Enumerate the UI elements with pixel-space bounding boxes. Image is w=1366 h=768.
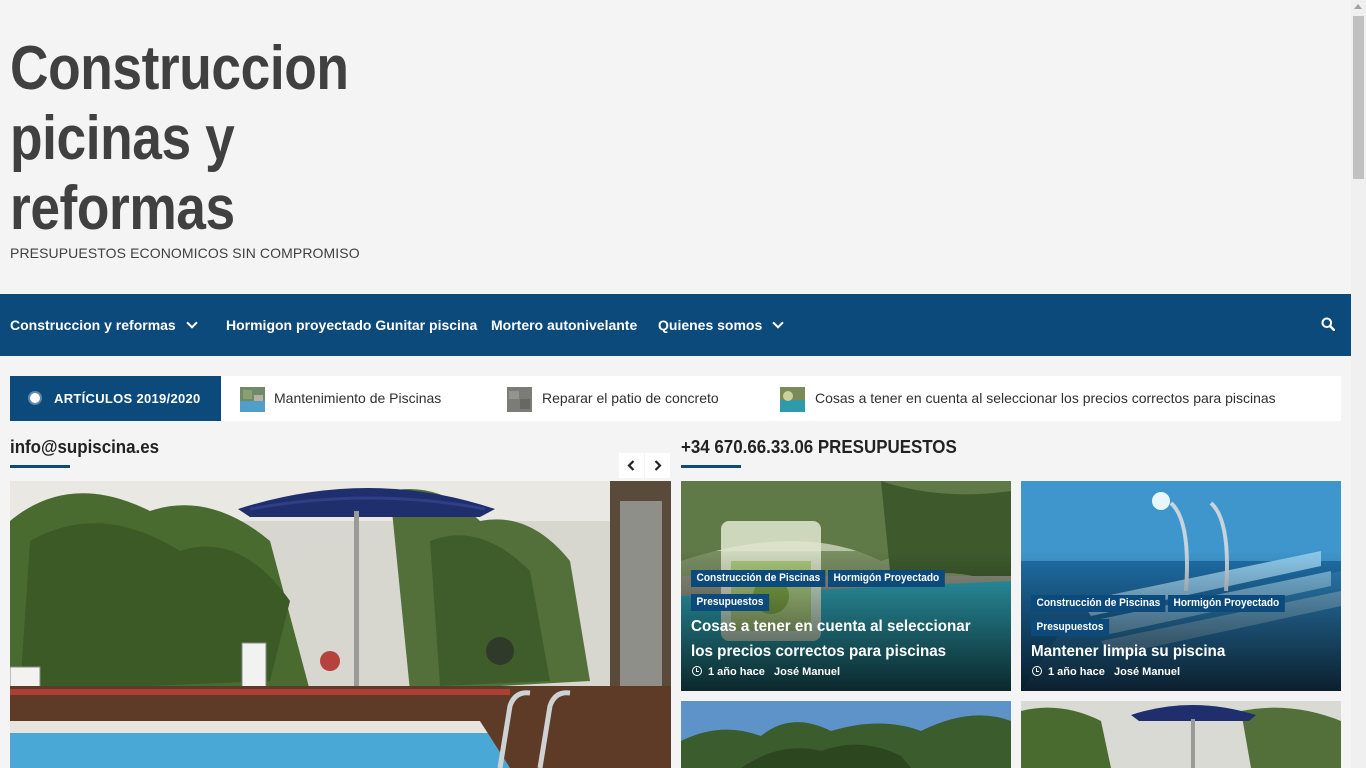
category-tag[interactable]: Presupuestos xyxy=(691,594,769,611)
clock-icon xyxy=(692,666,702,676)
chevron-down-icon xyxy=(186,317,198,329)
card-time: 1 año hace xyxy=(708,666,765,678)
page: Construccion picinas y reformas PRESUPUE… xyxy=(0,0,1351,768)
card-author[interactable]: José Manuel xyxy=(774,666,840,678)
chevron-left-icon xyxy=(627,460,635,471)
category-tag[interactable]: Presupuestos xyxy=(1031,619,1109,636)
site-tagline: PRESUPUESTOS ECONOMICOS SIN COMPROMISO xyxy=(10,245,360,261)
card-time: 1 año hace xyxy=(1048,666,1105,678)
post-card[interactable] xyxy=(1021,701,1341,768)
ticker-item[interactable]: Reparar el patio de concreto xyxy=(542,376,719,421)
ticker-label: ARTÍCULOS 2019/2020 xyxy=(10,376,221,421)
scrollbar-thumb[interactable] xyxy=(1353,16,1364,179)
featured-slider-image[interactable] xyxy=(10,481,671,768)
main-nav: Construccion y reformas Hormigon proyect… xyxy=(0,294,1351,356)
news-ticker: ARTÍCULOS 2019/2020 Mantenimiento de Pis… xyxy=(10,376,1341,421)
ticker-thumbnail[interactable] xyxy=(240,387,265,412)
slider-prev-button[interactable] xyxy=(619,453,644,478)
nav-item-construccion[interactable]: Construccion y reformas xyxy=(10,294,198,356)
vertical-scrollbar[interactable] xyxy=(1351,0,1366,768)
left-section-title: info@supiscina.es xyxy=(10,437,160,457)
card-title[interactable]: Mantener limpia su piscina xyxy=(1031,639,1316,664)
card-author[interactable]: José Manuel xyxy=(1114,666,1180,678)
card-meta: 1 año hace José Manuel xyxy=(692,665,840,678)
right-section-underline xyxy=(681,465,741,468)
nav-item-mortero[interactable]: Mortero autonivelante xyxy=(491,294,637,356)
nav-item-quienes-somos[interactable]: Quienes somos xyxy=(658,294,784,356)
post-card[interactable]: Construcción de Piscinas Hormigón Proyec… xyxy=(681,481,1011,691)
ticker-item[interactable]: Cosas a tener en cuenta al seleccionar l… xyxy=(815,376,1276,421)
search-icon[interactable] xyxy=(1321,317,1335,331)
right-section-title: +34 670.66.33.06 PRESUPUESTOS xyxy=(681,437,957,457)
ticker-item[interactable]: Mantenimiento de Piscinas xyxy=(274,376,441,421)
category-tag[interactable]: Construcción de Piscinas xyxy=(1031,595,1166,612)
chevron-right-icon xyxy=(654,460,662,471)
ticker-label-text: ARTÍCULOS 2019/2020 xyxy=(54,391,201,406)
clock-icon xyxy=(1032,666,1042,676)
nav-item-label: Quienes somos xyxy=(658,317,763,333)
post-card[interactable]: Construcción de Piscinas Hormigón Proyec… xyxy=(1021,481,1341,691)
live-dot-icon xyxy=(30,393,40,403)
scroll-up-arrow-icon[interactable] xyxy=(1354,4,1362,9)
ticker-thumbnail[interactable] xyxy=(507,387,532,412)
garden-trees-photo xyxy=(681,701,1011,768)
nav-item-label: Hormigon proyectado Gunitar piscina xyxy=(226,317,478,333)
umbrella-garden-photo xyxy=(1021,701,1341,768)
nav-item-hormigon[interactable]: Hormigon proyectado Gunitar piscina xyxy=(226,294,477,356)
card-meta: 1 año hace José Manuel xyxy=(1032,665,1180,678)
category-tag[interactable]: Hormigón Proyectado xyxy=(1168,595,1285,612)
card-title[interactable]: Cosas a tener en cuenta al seleccionar l… xyxy=(691,614,995,664)
site-title[interactable]: Construccion picinas y reformas xyxy=(10,34,371,244)
post-card[interactable] xyxy=(681,701,1011,768)
slider-next-button[interactable] xyxy=(645,453,670,478)
left-section-underline xyxy=(10,465,70,468)
nav-item-label: Construccion y reformas xyxy=(10,317,176,333)
ticker-thumbnail[interactable] xyxy=(780,387,805,412)
category-tag[interactable]: Hormigón Proyectado xyxy=(828,570,945,587)
category-tag[interactable]: Construcción de Piscinas xyxy=(691,570,826,587)
chevron-down-icon xyxy=(772,317,784,329)
nav-item-label: Mortero autonivelante xyxy=(491,317,638,333)
pool-garden-photo xyxy=(10,481,671,768)
